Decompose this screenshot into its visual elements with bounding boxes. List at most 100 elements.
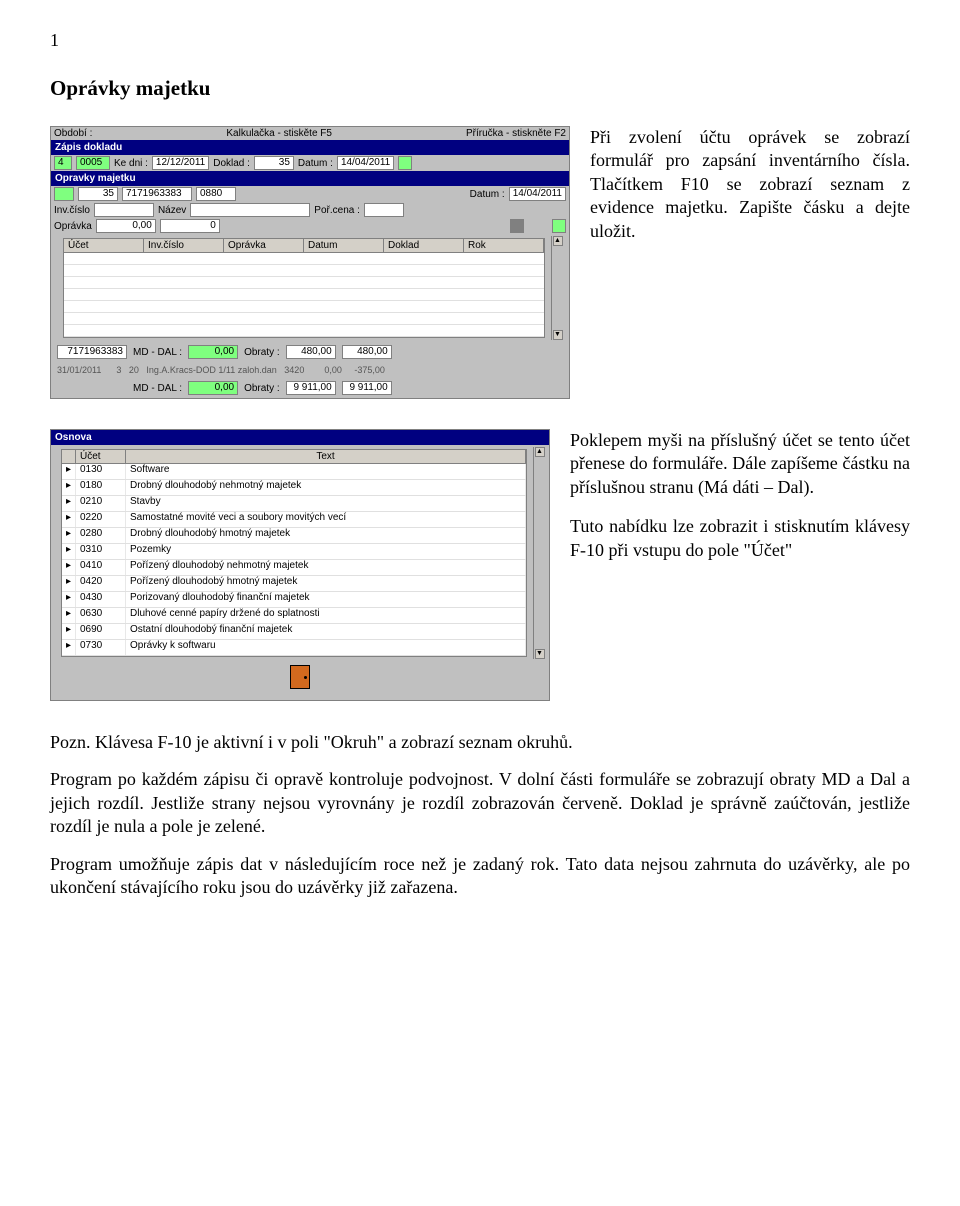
- ft1-mddal-l: MD - DAL :: [133, 347, 182, 358]
- opr-b[interactable]: 35: [78, 187, 118, 201]
- table-row[interactable]: ▸0410Pořízený dlouhodobý nehmotný majete…: [62, 560, 526, 576]
- screenshot-zapis-dokladu: Období : Kalkulačka - stiskěte F5 Příruč…: [50, 126, 570, 399]
- opr-datum[interactable]: 14/04/2011: [509, 187, 566, 201]
- table-row[interactable]: ▸0180Drobný dlouhodobý nehmotný majetek: [62, 480, 526, 496]
- ok-icon[interactable]: [552, 219, 566, 233]
- status-icon: [398, 156, 412, 170]
- invc-label: Inv.číslo: [54, 205, 90, 216]
- ft2-mddal: 0,00: [188, 381, 238, 395]
- table-row[interactable]: ▸0430Porizovaný dlouhodobý finanční maje…: [62, 592, 526, 608]
- table-row[interactable]: ▸0420Pořízený dlouhodobý hmotný majetek: [62, 576, 526, 592]
- scroll-up-icon[interactable]: ▲: [553, 236, 563, 246]
- porc-label: Poř.cena :: [314, 205, 360, 216]
- datum-field[interactable]: 14/04/2011: [337, 156, 394, 170]
- row-marker-icon: ▸: [62, 512, 76, 527]
- opr-a[interactable]: [54, 187, 74, 201]
- table-row[interactable]: [64, 289, 544, 301]
- field-1[interactable]: 4: [54, 156, 72, 170]
- row-marker-icon: ▸: [62, 608, 76, 623]
- ft1-o1: 480,00: [286, 345, 336, 359]
- table-row[interactable]: [64, 313, 544, 325]
- para-3: Tuto nabídku lze zobrazit i stisknutím k…: [570, 515, 910, 562]
- field-2[interactable]: 0005: [76, 156, 110, 170]
- cell-text: Drobný dlouhodobý hmotný majetek: [126, 528, 526, 543]
- ft2-obraty-l: Obraty :: [244, 383, 280, 394]
- doklad-field[interactable]: 35: [254, 156, 294, 170]
- row-marker-icon: ▸: [62, 480, 76, 495]
- table-row[interactable]: ▸0280Drobný dlouhodobý hmotný majetek: [62, 528, 526, 544]
- titlebar-zapis: Zápis dokladu: [51, 140, 569, 155]
- th-doklad: Doklad: [384, 239, 464, 252]
- cell-text: Samostatné movité veci a soubory movitýc…: [126, 512, 526, 527]
- scrollbar[interactable]: ▲ ▼: [551, 236, 563, 340]
- cell-ucet: 0220: [76, 512, 126, 527]
- row-marker-icon: ▸: [62, 576, 76, 591]
- opravka-v2[interactable]: 0: [160, 219, 220, 233]
- th-ucet2: Účet: [76, 450, 126, 463]
- cell-ucet: 0210: [76, 496, 126, 511]
- datum-label: Datum :: [298, 158, 333, 169]
- exit-door-icon[interactable]: [290, 665, 310, 689]
- table-row[interactable]: ▸0730Oprávky k softwaru: [62, 640, 526, 656]
- table-row[interactable]: ▸0210Stavby: [62, 496, 526, 512]
- opr-datum-label: Datum :: [470, 189, 505, 200]
- opr-d[interactable]: 0880: [196, 187, 236, 201]
- opr-c[interactable]: 7171963383: [122, 187, 192, 201]
- kedni-label: Ke dni :: [114, 158, 148, 169]
- th-ucet: Účet: [64, 239, 144, 252]
- nazev-label: Název: [158, 205, 186, 216]
- table-row[interactable]: ▸0130Software: [62, 464, 526, 480]
- opravka-v1[interactable]: 0,00: [96, 219, 156, 233]
- body-2: Program umožňuje zápis dat v následující…: [50, 853, 910, 900]
- para-1: Při zvolení účtu oprávek se zobrazí form…: [590, 126, 910, 243]
- table-row[interactable]: ▸0630Dluhové cenné papíry držené do spla…: [62, 608, 526, 624]
- table-row[interactable]: [64, 325, 544, 337]
- body-1: Program po každém zápisu či opravě kontr…: [50, 768, 910, 838]
- cell-text: Oprávky k softwaru: [126, 640, 526, 655]
- obdobi-label: Období :: [54, 128, 92, 139]
- table-row[interactable]: [64, 253, 544, 265]
- button-icon[interactable]: [510, 219, 524, 233]
- main-title: Oprávky majetku: [50, 76, 910, 101]
- row-marker-icon: ▸: [62, 592, 76, 607]
- scroll-up-icon[interactable]: ▲: [535, 447, 545, 457]
- row-marker-icon: ▸: [62, 464, 76, 479]
- cell-text: Pořízený dlouhodobý hmotný majetek: [126, 576, 526, 591]
- table-row[interactable]: ▸0310Pozemky: [62, 544, 526, 560]
- cell-ucet: 0410: [76, 560, 126, 575]
- titlebar-opravky: Opravky majetku: [51, 171, 569, 186]
- porc-field[interactable]: [364, 203, 404, 217]
- kedni-field[interactable]: 12/12/2011: [152, 156, 209, 170]
- cell-text: Pořízený dlouhodobý nehmotný majetek: [126, 560, 526, 575]
- th-text: Text: [126, 450, 526, 463]
- ft1-o2: 480,00: [342, 345, 392, 359]
- table-row[interactable]: [64, 301, 544, 313]
- cell-ucet: 0730: [76, 640, 126, 655]
- ft2-mddal-l: MD - DAL :: [133, 383, 182, 394]
- ft2-o1: 9 911,00: [286, 381, 336, 395]
- th-invc: Inv.číslo: [144, 239, 224, 252]
- screenshot-osnova: Osnova Účet Text ▸0130Software▸0180Drobn…: [50, 429, 550, 701]
- cell-text: Porizovaný dlouhodobý finanční majetek: [126, 592, 526, 607]
- table-row[interactable]: ▸0690Ostatní dlouhodobý finanční majetek: [62, 624, 526, 640]
- invc-field[interactable]: [94, 203, 154, 217]
- row-marker-icon: ▸: [62, 640, 76, 655]
- th-datum: Datum: [304, 239, 384, 252]
- titlebar-osnova: Osnova: [51, 430, 549, 445]
- table-row[interactable]: [64, 265, 544, 277]
- cell-ucet: 0280: [76, 528, 126, 543]
- table-row[interactable]: [64, 277, 544, 289]
- scroll-down-icon[interactable]: ▼: [535, 649, 545, 659]
- row-marker-icon: ▸: [62, 560, 76, 575]
- cell-ucet: 0630: [76, 608, 126, 623]
- doklad-label: Doklad :: [213, 158, 250, 169]
- scroll-down-icon[interactable]: ▼: [553, 330, 563, 340]
- table-row[interactable]: ▸0220Samostatné movité veci a soubory mo…: [62, 512, 526, 528]
- scrollbar[interactable]: ▲ ▼: [533, 447, 545, 659]
- cell-text: Stavby: [126, 496, 526, 511]
- nazev-field[interactable]: [190, 203, 310, 217]
- row-marker-icon: ▸: [62, 528, 76, 543]
- ft2-o2: 9 911,00: [342, 381, 392, 395]
- prirucka-label: Příručka - stiskněte F2: [466, 128, 566, 139]
- opravka-label: Oprávka: [54, 221, 92, 232]
